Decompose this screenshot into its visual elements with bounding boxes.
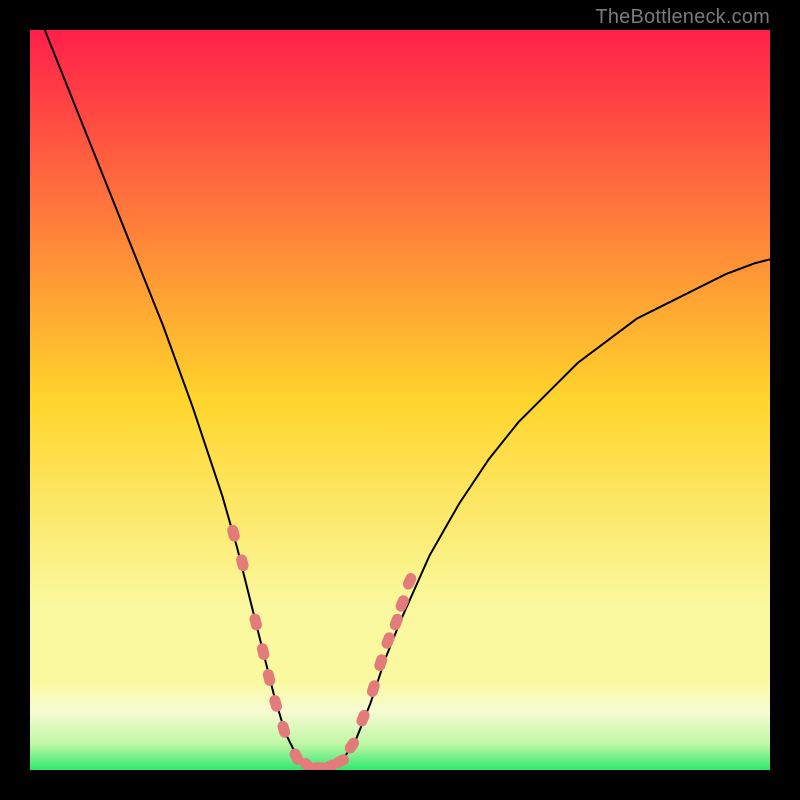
bottleneck-chart <box>30 30 770 770</box>
gradient-background <box>30 30 770 770</box>
plot-area <box>30 30 770 770</box>
watermark-text: TheBottleneck.com <box>595 6 770 29</box>
outer-frame: TheBottleneck.com <box>0 0 800 800</box>
